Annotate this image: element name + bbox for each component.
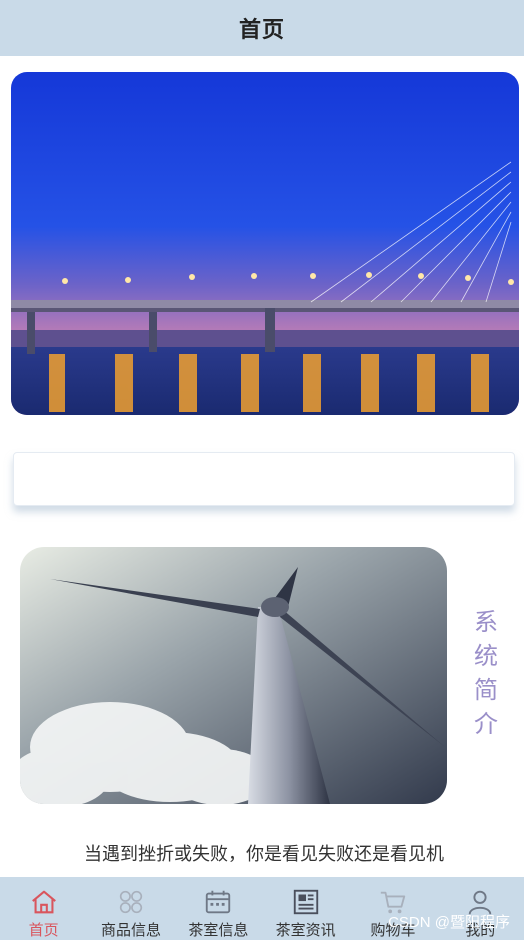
top-bar: 首页: [0, 0, 524, 56]
banner-carousel[interactable]: [11, 72, 519, 415]
intro-title-char: 简: [474, 677, 498, 704]
calendar-icon: [206, 890, 231, 914]
tab-label: 首页: [28, 922, 59, 939]
tab-news[interactable]: 茶室资讯: [262, 877, 349, 940]
grid-icon: [119, 890, 143, 914]
page-title: 首页: [238, 17, 285, 42]
bridge-night-photo: [11, 72, 519, 415]
intro-title: 系 统 简 介: [466, 606, 506, 742]
tab-label: 茶室资讯: [275, 922, 336, 939]
csdn-watermark: CSDN @暨阳程序: [388, 914, 510, 931]
intro-title-char: 介: [474, 711, 498, 738]
intro-title-char: 统: [474, 643, 498, 670]
home-icon: [31, 890, 56, 914]
tab-teahouse[interactable]: 茶室信息: [175, 877, 262, 940]
tab-home[interactable]: 首页: [0, 877, 87, 940]
tab-label: 商品信息: [100, 922, 161, 939]
intro-text: 当遇到挫折或失败，你是看见失败还是看见机: [84, 844, 444, 864]
notice-bar: [13, 452, 515, 506]
news-icon: [293, 889, 318, 915]
intro-image: [20, 547, 447, 804]
wind-turbine-photo: [20, 547, 447, 804]
tab-label: 茶室信息: [188, 922, 249, 939]
intro-title-char: 系: [474, 609, 498, 636]
tab-products[interactable]: 商品信息: [87, 877, 174, 940]
